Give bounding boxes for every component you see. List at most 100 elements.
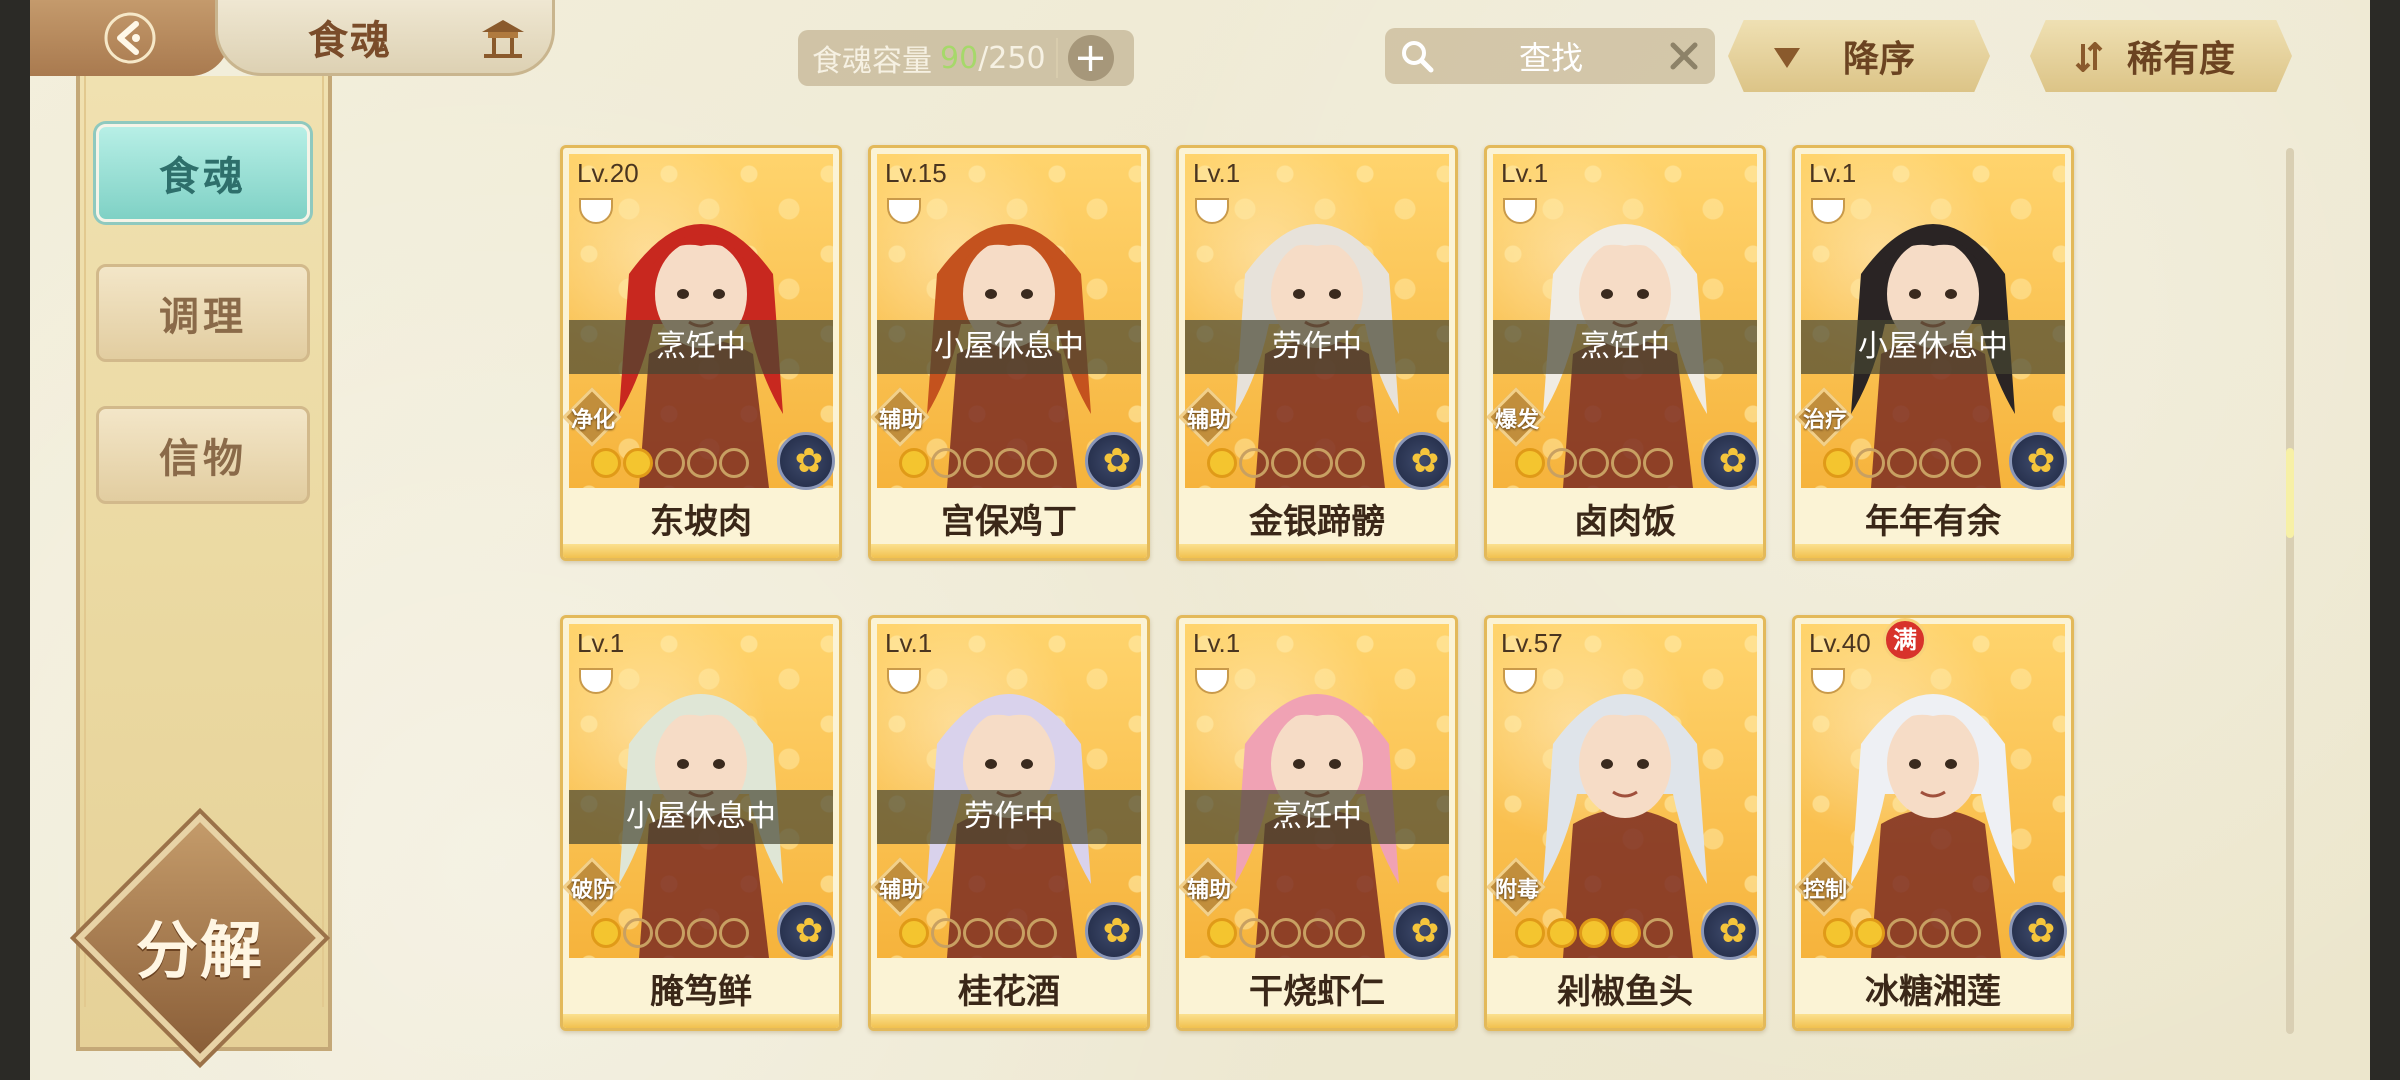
role-badge: 辅助	[871, 856, 930, 917]
level-text: Lv.1	[885, 628, 933, 658]
star-rating	[1207, 918, 1365, 948]
star-icon	[1855, 448, 1885, 478]
star-icon	[1887, 448, 1917, 478]
star-icon	[1951, 918, 1981, 948]
card-bottom-bar	[1795, 544, 2071, 558]
level-text: Lv.1	[577, 628, 625, 658]
back-arrow-icon	[104, 12, 156, 64]
star-icon	[1919, 448, 1949, 478]
star-icon	[931, 918, 961, 948]
food-soul-card[interactable]: Lv.1 劳作中辅助金银蹄髈	[1176, 145, 1458, 561]
character-name: 年年有余	[1865, 502, 2001, 542]
star-icon	[1855, 918, 1885, 948]
tab-food-souls[interactable]: 食魂	[96, 124, 310, 222]
capacity-label: 食魂容量	[812, 44, 932, 79]
food-soul-card[interactable]: Lv.1 小屋休息中破防腌笃鲜	[560, 615, 842, 1031]
star-icon	[1611, 448, 1641, 478]
card-grid: Lv.20烹饪中净化东坡肉Lv.15小屋休息中辅助宫保鸡丁Lv.1劳作中辅助金银…	[560, 145, 2074, 1035]
sort-by-button[interactable]: 稀有度	[2030, 20, 2292, 92]
star-icon	[899, 448, 929, 478]
tab-conditioning[interactable]: 调理	[96, 264, 310, 362]
star-icon	[963, 918, 993, 948]
search-label: 查找	[1518, 39, 1583, 77]
food-soul-card[interactable]: Lv.1 烹饪中爆发卤肉饭	[1484, 145, 1766, 561]
osmanthus-icon	[1085, 902, 1146, 960]
star-rating	[591, 448, 749, 478]
character-name: 宫保鸡丁	[941, 502, 1077, 542]
status-banner: 小屋休息中	[877, 320, 1141, 374]
status-banner: 劳作中	[1185, 320, 1449, 374]
role-badge: 辅助	[871, 386, 930, 447]
osmanthus-icon	[1393, 902, 1454, 960]
search-box[interactable]: 查找	[1385, 28, 1715, 84]
star-icon	[1207, 918, 1237, 948]
tab-tokens[interactable]: 信物	[96, 406, 310, 504]
sort-order-button[interactable]: 降序	[1728, 20, 1990, 92]
card-bottom-bar	[563, 544, 839, 558]
character-name: 桂花酒	[958, 972, 1060, 1012]
card-bottom-bar	[563, 1014, 839, 1028]
pavilion-icon[interactable]	[478, 14, 528, 62]
card-bottom-bar	[1487, 1014, 1763, 1028]
level-text: Lv.1	[1501, 158, 1549, 188]
food-soul-card[interactable]: Lv.20 烹饪中净化东坡肉	[560, 145, 842, 561]
capacity-divider	[1055, 38, 1058, 78]
star-icon	[719, 448, 749, 478]
star-icon	[655, 918, 685, 948]
role-badge: 爆发	[1487, 386, 1546, 447]
back-button[interactable]	[30, 0, 230, 76]
role-badge: 辅助	[1179, 856, 1238, 917]
star-icon	[1271, 918, 1301, 948]
triangle-down-icon	[1774, 48, 1800, 68]
level-text: Lv.40	[1809, 628, 1871, 658]
star-icon	[655, 448, 685, 478]
star-rating	[1515, 918, 1673, 948]
star-icon	[1887, 918, 1917, 948]
star-icon	[623, 918, 653, 948]
level-text: Lv.1	[1193, 628, 1241, 658]
max-badge: 满	[1883, 618, 1927, 662]
star-icon	[1515, 918, 1545, 948]
status-banner: 烹饪中	[1493, 320, 1757, 374]
role-label: 破防	[570, 878, 615, 903]
card-bottom-bar	[1179, 544, 1455, 558]
tab-conditioning-label: 调理	[159, 294, 247, 340]
level-text: Lv.1	[1809, 158, 1857, 188]
star-icon	[1303, 918, 1333, 948]
scrollbar-thumb[interactable]	[2286, 448, 2294, 538]
star-icon	[1515, 448, 1545, 478]
left-edge	[0, 0, 30, 1080]
role-label: 辅助	[1186, 878, 1231, 903]
food-soul-card[interactable]: Lv.40 控制冰糖湘莲 满	[1792, 615, 2074, 1031]
star-icon	[623, 448, 653, 478]
role-badge: 控制	[1795, 856, 1854, 917]
capacity-display: 食魂容量 90 /250 +	[798, 30, 1134, 86]
add-capacity-button[interactable]: +	[1067, 35, 1114, 81]
status-banner: 烹饪中	[569, 320, 833, 374]
sort-order-label: 降序	[1842, 39, 1915, 80]
food-soul-card[interactable]: Lv.57 附毒剁椒鱼头	[1484, 615, 1766, 1031]
star-icon	[1207, 448, 1237, 478]
star-icon	[1823, 448, 1853, 478]
scrollbar[interactable]	[2286, 148, 2294, 1034]
card-bottom-bar	[871, 544, 1147, 558]
status-banner: 劳作中	[877, 790, 1141, 844]
star-icon	[1579, 448, 1609, 478]
level-text: Lv.57	[1501, 628, 1563, 658]
star-icon	[963, 448, 993, 478]
clear-search-icon[interactable]	[1667, 39, 1701, 73]
star-icon	[591, 918, 621, 948]
food-soul-card[interactable]: Lv.1 烹饪中辅助干烧虾仁	[1176, 615, 1458, 1031]
star-icon	[1823, 918, 1853, 948]
star-rating	[899, 448, 1057, 478]
food-soul-card[interactable]: Lv.15 小屋休息中辅助宫保鸡丁	[868, 145, 1150, 561]
star-icon	[1335, 448, 1365, 478]
star-icon	[1611, 918, 1641, 948]
food-soul-card[interactable]: Lv.1 小屋休息中治疗年年有余	[1792, 145, 2074, 561]
role-label: 治疗	[1802, 408, 1847, 433]
role-label: 辅助	[878, 878, 923, 903]
star-icon	[1951, 448, 1981, 478]
role-badge: 净化	[563, 386, 622, 447]
food-soul-card[interactable]: Lv.1 劳作中辅助桂花酒	[868, 615, 1150, 1031]
osmanthus-icon	[1393, 432, 1454, 490]
